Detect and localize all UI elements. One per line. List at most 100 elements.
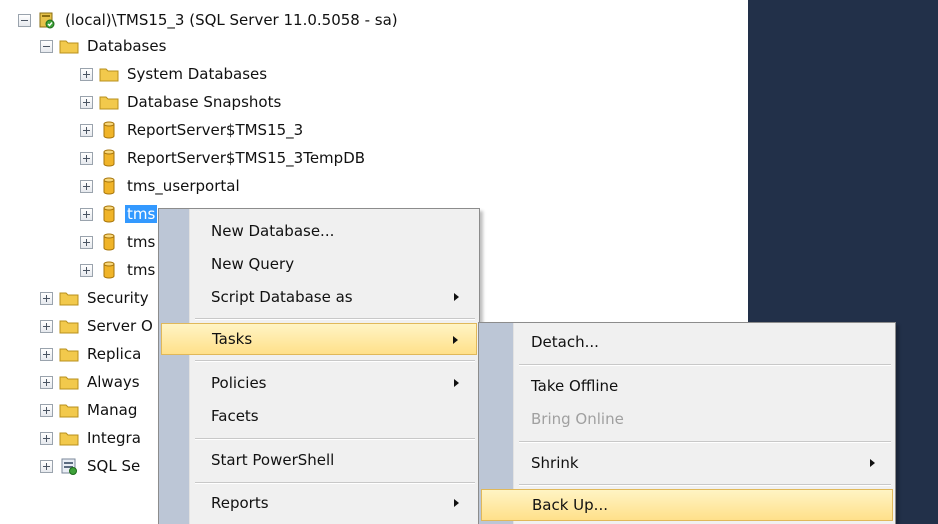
menu-item-detach[interactable]: Detach... [481, 326, 893, 358]
tree-label: tms [125, 205, 158, 223]
tree-node-database[interactable]: tms_userportal [80, 173, 242, 199]
tree-label: System Databases [127, 65, 268, 83]
tree-node-system-databases[interactable]: System Databases [80, 61, 269, 87]
submenu-arrow-icon [454, 293, 459, 301]
folder-icon [59, 432, 79, 446]
submenu-arrow-icon [870, 459, 875, 467]
tree-node-server[interactable]: (local)\TMS15_3 (SQL Server 11.0.5058 - … [18, 7, 400, 33]
tree-label: tms [127, 261, 156, 279]
expand-icon[interactable] [40, 375, 53, 389]
tree-label: Security [87, 289, 149, 307]
expand-icon[interactable] [40, 431, 53, 445]
expand-icon[interactable] [80, 151, 93, 165]
menu-item-label: Detach... [531, 333, 599, 351]
expand-icon[interactable] [40, 459, 53, 473]
menu-separator [195, 482, 475, 484]
tree-label: Manag [87, 401, 138, 419]
tree-node-management[interactable]: Manag [40, 397, 139, 423]
tree-node-replication[interactable]: Replica [40, 341, 143, 367]
menu-item-label: Reports [211, 494, 269, 512]
collapse-icon[interactable] [40, 39, 53, 53]
tree-label: tms [127, 233, 156, 251]
expand-icon[interactable] [40, 291, 53, 305]
submenu-arrow-icon [454, 379, 459, 387]
tree-node-alwayson[interactable]: Always [40, 369, 142, 395]
tree-node-server-objects[interactable]: Server O [40, 313, 155, 339]
tree-node-database[interactable]: ReportServer$TMS15_3 [80, 117, 305, 143]
expand-icon[interactable] [40, 347, 53, 361]
database-icon [103, 177, 115, 195]
collapse-icon[interactable] [18, 13, 31, 27]
menu-separator [195, 360, 475, 362]
database-icon [103, 261, 115, 279]
menu-item-back-up[interactable]: Back Up... [481, 489, 893, 521]
expand-icon[interactable] [40, 403, 53, 417]
tasks-submenu: Detach... Take Offline Bring Online Shri… [478, 322, 896, 524]
tree-node-database-snapshots[interactable]: Database Snapshots [80, 89, 283, 115]
menu-item-label: Script Database as [211, 288, 353, 306]
server-label: (local)\TMS15_3 (SQL Server 11.0.5058 - … [65, 11, 398, 29]
tree-node-database[interactable]: tms [80, 257, 157, 283]
submenu-arrow-icon [453, 336, 458, 344]
menu-item-tasks[interactable]: Tasks [161, 323, 477, 355]
database-icon [103, 149, 115, 167]
folder-icon [59, 404, 79, 418]
menu-item-label: Bring Online [531, 410, 624, 428]
expand-icon[interactable] [40, 319, 53, 333]
folder-icon [59, 376, 79, 390]
database-icon [103, 233, 115, 251]
expand-icon[interactable] [80, 235, 93, 249]
menu-item-label: New Query [211, 255, 295, 273]
folder-icon [59, 40, 79, 54]
tree-label: Database Snapshots [127, 93, 282, 111]
database-context-menu: New Database... New Query Script Databas… [158, 208, 480, 524]
menu-item-label: Shrink [531, 454, 579, 472]
menu-item-shrink[interactable]: Shrink [481, 447, 893, 479]
expand-icon[interactable] [80, 67, 93, 81]
tree-node-database-selected[interactable]: tms [80, 201, 158, 227]
database-icon [103, 205, 115, 223]
menu-item-take-offline[interactable]: Take Offline [481, 370, 893, 402]
menu-item-reports[interactable]: Reports [161, 487, 477, 519]
menu-item-new-database[interactable]: New Database... [161, 215, 477, 247]
menu-separator [195, 438, 475, 440]
menu-item-script-database-as[interactable]: Script Database as [161, 281, 477, 313]
menu-item-label: Take Offline [531, 377, 619, 395]
database-icon [103, 121, 115, 139]
sql-agent-icon [61, 458, 77, 475]
menu-item-start-powershell[interactable]: Start PowerShell [161, 444, 477, 476]
submenu-arrow-icon [454, 499, 459, 507]
expand-icon[interactable] [80, 123, 93, 137]
folder-icon [99, 96, 119, 110]
menu-item-label: Tasks [212, 330, 253, 348]
folder-icon [59, 320, 79, 334]
folder-icon [59, 348, 79, 362]
tree-label: ReportServer$TMS15_3TempDB [127, 149, 366, 167]
menu-item-facets[interactable]: Facets [161, 400, 477, 432]
expand-icon[interactable] [80, 179, 93, 193]
tree-node-sql-agent[interactable]: SQL Se [40, 453, 142, 479]
menu-item-label: New Database... [211, 222, 335, 240]
menu-separator [519, 484, 891, 486]
menu-item-policies[interactable]: Policies [161, 367, 477, 399]
expand-icon[interactable] [80, 207, 93, 221]
tree-label: Databases [87, 37, 167, 55]
menu-item-bring-online: Bring Online [481, 403, 893, 435]
tree-node-database[interactable]: tms [80, 229, 157, 255]
tree-node-databases[interactable]: Databases [40, 33, 168, 59]
menu-separator [519, 441, 891, 443]
tree-label: Server O [87, 317, 153, 335]
folder-icon [99, 68, 119, 82]
menu-separator [195, 318, 475, 320]
expand-icon[interactable] [80, 95, 93, 109]
tree-node-security[interactable]: Security [40, 285, 151, 311]
ssms-window: (local)\TMS15_3 (SQL Server 11.0.5058 - … [0, 0, 938, 524]
tree-node-integration[interactable]: Integra [40, 425, 143, 451]
menu-separator [519, 364, 891, 366]
tree-node-database[interactable]: ReportServer$TMS15_3TempDB [80, 145, 367, 171]
expand-icon[interactable] [80, 263, 93, 277]
menu-item-new-query[interactable]: New Query [161, 248, 477, 280]
tree-label: Integra [87, 429, 141, 447]
menu-item-label: Facets [211, 407, 259, 425]
menu-item-label: Policies [211, 374, 267, 392]
